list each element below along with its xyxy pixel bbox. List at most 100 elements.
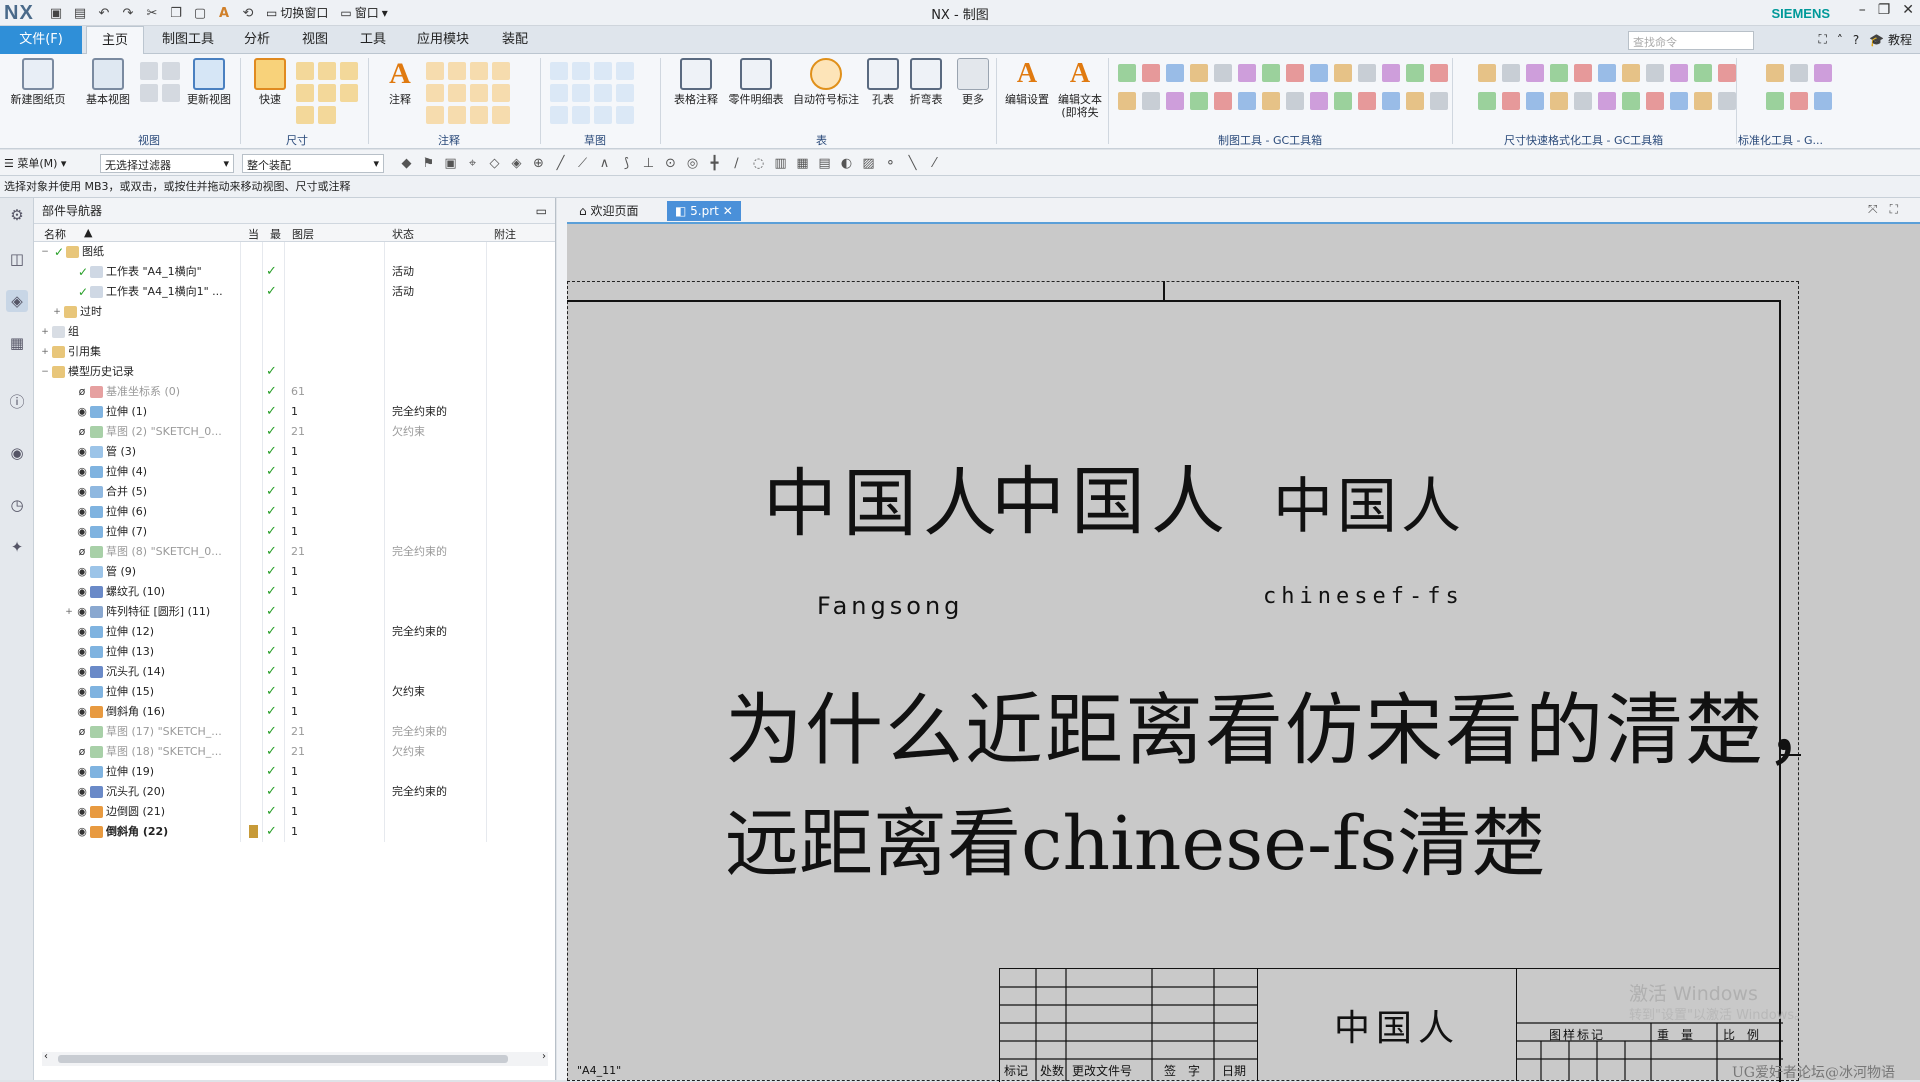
visibility-eye-icon[interactable]: ◉ [76, 522, 88, 542]
expand-icon[interactable]: + [40, 322, 50, 342]
horizontal-scrollbar[interactable]: ‹ › [42, 1051, 548, 1066]
gc-tool-icon[interactable] [1694, 64, 1712, 82]
tutorial-button[interactable]: 🎓 教程 [1869, 31, 1912, 48]
tree-row[interactable]: − ✓ 图纸 [34, 242, 555, 262]
image-icon[interactable] [448, 106, 466, 124]
thickness-dim-icon[interactable] [318, 84, 336, 102]
gc-tool-icon[interactable] [1262, 92, 1280, 110]
column-state[interactable]: 状态 [392, 226, 414, 242]
tab-applications[interactable]: 应用模块 [406, 26, 480, 54]
tree-row[interactable]: ø 草图 (2) "SKETCH_0... ✓ 21 欠约束 [34, 422, 555, 442]
gc-tool-icon[interactable] [1262, 64, 1280, 82]
tree-row[interactable]: ◉ 沉头孔 (14) ✓ 1 [34, 662, 555, 682]
gc-tool-icon[interactable] [1310, 92, 1328, 110]
weld-symbol-icon[interactable] [448, 84, 466, 102]
maximize-panel-icon[interactable]: ▭ [536, 198, 547, 224]
gc-tool-icon[interactable] [1142, 64, 1160, 82]
visibility-eye-icon[interactable]: ◉ [76, 642, 88, 662]
gc-tool-icon[interactable] [1718, 92, 1736, 110]
tree-row[interactable]: ◉ 合并 (5) ✓ 1 [34, 482, 555, 502]
tab-home[interactable]: 主页 [86, 26, 144, 55]
tab-tools[interactable]: 工具 [348, 26, 398, 54]
tree-row[interactable]: ◉ 拉伸 (6) ✓ 1 [34, 502, 555, 522]
column-name[interactable]: 名称 [44, 226, 66, 242]
snap-tool-icon[interactable]: ⊕ [530, 155, 547, 172]
gc-tool-icon[interactable] [1574, 64, 1592, 82]
checkbox-checked-icon[interactable]: ✓ [76, 282, 90, 302]
visibility-eye-icon[interactable]: ø [76, 742, 88, 762]
info-icon[interactable]: ⓘ [6, 390, 28, 412]
ordinate-dim-icon[interactable] [296, 106, 314, 124]
visibility-eye-icon[interactable]: ◉ [76, 702, 88, 722]
visibility-eye-icon[interactable]: ø [76, 722, 88, 742]
area-fill-icon[interactable] [492, 106, 510, 124]
edit-text-button[interactable]: A 编辑文本 (即将失 [1054, 58, 1106, 119]
column-layer[interactable]: 图层 [292, 226, 314, 242]
target-point-icon[interactable] [470, 84, 488, 102]
sketch-circle-icon[interactable] [550, 84, 568, 102]
snap-tool-icon[interactable]: ◈ [508, 155, 525, 172]
gc-tool-icon[interactable] [1190, 92, 1208, 110]
minimize-icon[interactable]: – [1859, 2, 1866, 18]
gc-tool-icon[interactable] [1766, 92, 1784, 110]
close-tab-icon[interactable]: ✕ [723, 204, 733, 218]
scroll-thumb[interactable] [58, 1055, 508, 1063]
visibility-eye-icon[interactable]: ◉ [76, 822, 88, 842]
assembly-scope-select[interactable]: 整个装配 ▾ [242, 154, 384, 173]
visibility-eye-icon[interactable]: ◉ [76, 562, 88, 582]
gc-tool-icon[interactable] [1478, 92, 1496, 110]
gc-tool-icon[interactable] [1550, 92, 1568, 110]
tree-row[interactable]: ◉ 拉伸 (19) ✓ 1 [34, 762, 555, 782]
visibility-eye-icon[interactable]: ◉ [76, 782, 88, 802]
file-menu[interactable]: 文件(F) [0, 26, 82, 54]
tree-row[interactable]: + ◉ 阵列特征 [圆形] (11) ✓ [34, 602, 555, 622]
rapid-dimension-button[interactable]: 快速 [248, 58, 292, 106]
snap-tool-icon[interactable]: ⟋ [574, 155, 591, 172]
linear-dim-icon[interactable] [296, 62, 314, 80]
tree-row[interactable]: + 引用集 [34, 342, 555, 362]
angular-dim-icon[interactable] [340, 62, 358, 80]
symbol-icon[interactable] [470, 106, 488, 124]
tab-assemblies[interactable]: 装配 [488, 26, 542, 54]
column-note[interactable]: 附注 [494, 226, 516, 242]
restore-icon[interactable]: ❐ [1878, 2, 1891, 18]
close-icon[interactable]: ✕ [1902, 2, 1914, 18]
edit-settings-button[interactable]: A 编辑设置 [1002, 58, 1052, 106]
arc-length-dim-icon[interactable] [340, 84, 358, 102]
gc-tool-icon[interactable] [1526, 64, 1544, 82]
visibility-eye-icon[interactable]: ◉ [76, 582, 88, 602]
gc-tool-icon[interactable] [1790, 92, 1808, 110]
update-view-button[interactable]: 更新视图 [184, 58, 234, 106]
sketch-polyline-icon[interactable] [594, 62, 612, 80]
command-search-input[interactable]: 查找命令 [1628, 31, 1754, 50]
tree-row[interactable]: + 组 [34, 322, 555, 342]
title-block-name[interactable]: 中国人 [1334, 999, 1460, 1051]
scroll-left-icon[interactable]: ‹ [44, 1051, 48, 1062]
selection-filter-select[interactable]: 无选择过滤器 ▾ [100, 154, 234, 173]
roles-icon[interactable]: ✦ [6, 536, 28, 558]
hole-table-button[interactable]: 孔表 [862, 58, 904, 106]
visibility-eye-icon[interactable]: ◉ [76, 602, 88, 622]
sketch-rect-icon[interactable] [572, 62, 590, 80]
checkbox-checked-icon[interactable]: ✓ [76, 262, 90, 282]
snap-tool-icon[interactable]: ◆ [398, 155, 415, 172]
tree-row[interactable]: ø 基准坐标系 (0) ✓ 61 [34, 382, 555, 402]
web-browser-icon[interactable]: ◉ [6, 442, 28, 464]
paragraph-line-2[interactable]: 远距离看chinese-fs清楚 [725, 784, 1545, 891]
snap-tool-icon[interactable]: ◎ [684, 155, 701, 172]
gc-tool-icon[interactable] [1382, 92, 1400, 110]
tree-row[interactable]: + 过时 [34, 302, 555, 322]
gc-tool-icon[interactable] [1238, 92, 1256, 110]
tree-row[interactable]: ◉ 边倒圆 (21) ✓ 1 [34, 802, 555, 822]
collapse-icon[interactable]: − [40, 362, 50, 382]
sketch-point-icon[interactable] [572, 84, 590, 102]
sketch-line-icon[interactable] [550, 62, 568, 80]
graphics-window[interactable]: 中国人 中国人 中国人 Fangsong chinesef-fs 为什么近距离看… [567, 222, 1920, 1082]
gc-tool-icon[interactable] [1598, 64, 1616, 82]
sketch-conic-icon[interactable] [572, 106, 590, 124]
sample-text-fangsong-2[interactable]: 中国人 [991, 442, 1231, 549]
part-navigator-icon[interactable]: ◈ [6, 290, 28, 312]
section-view-icon[interactable] [140, 84, 158, 102]
break-view-icon[interactable] [162, 84, 180, 102]
snap-tool-icon[interactable]: ⊥ [640, 155, 657, 172]
